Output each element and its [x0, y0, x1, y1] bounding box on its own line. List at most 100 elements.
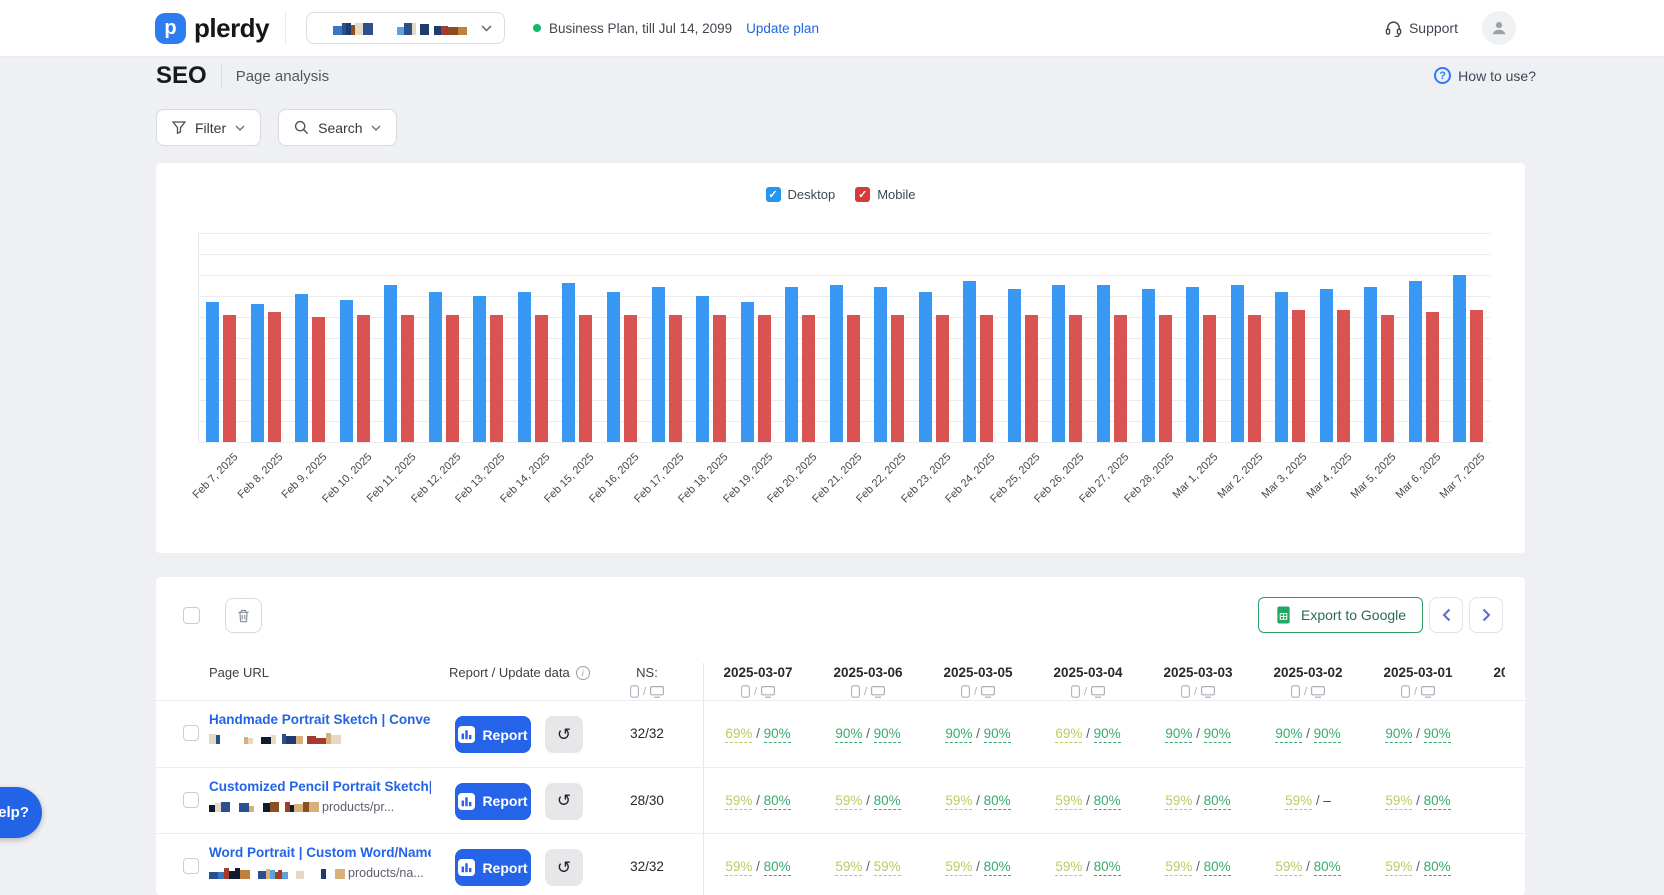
previous-page-button[interactable] [1429, 597, 1463, 633]
legend-item-mobile[interactable]: ✓Mobile [855, 187, 915, 202]
score-desktop[interactable]: 80% [1424, 793, 1451, 810]
score-desktop[interactable]: 80% [764, 859, 791, 876]
score-mobile[interactable]: 59% [1165, 859, 1192, 876]
person-icon [1490, 19, 1508, 37]
filter-button[interactable]: Filter [156, 109, 261, 146]
redacted-pixel-block [229, 733, 239, 744]
info-icon[interactable]: i [576, 666, 590, 680]
filter-label: Filter [195, 120, 226, 136]
score-mobile[interactable]: 90% [945, 726, 972, 743]
row-checkbox[interactable] [183, 858, 199, 874]
score-separator: / [972, 859, 983, 874]
score-mobile[interactable]: 59% [725, 859, 752, 876]
desktop-icon [761, 686, 775, 698]
score-desktop[interactable]: 80% [1204, 859, 1231, 876]
score-desktop[interactable]: 59% [874, 859, 901, 876]
export-to-google-button[interactable]: Export to Google [1258, 597, 1423, 633]
score-mobile[interactable]: 59% [1385, 859, 1412, 876]
help-bubble-label: help? [0, 804, 29, 821]
legend-checkbox-mobile[interactable]: ✓ [855, 187, 870, 202]
score-cells: 69% / 90%90% / 90%90% / 90%69% / 90%90% … [703, 701, 1505, 767]
score-desktop[interactable]: 80% [1094, 793, 1121, 810]
redacted-pixel-block [296, 736, 304, 744]
bar-desktop [1052, 285, 1065, 442]
report-button[interactable]: Report [455, 716, 531, 753]
update-plan-link[interactable]: Update plan [746, 21, 819, 36]
next-page-button[interactable] [1469, 597, 1503, 633]
score-desktop[interactable]: 90% [874, 726, 901, 743]
score-desktop[interactable]: 90% [764, 726, 791, 743]
score-desktop[interactable]: 80% [984, 859, 1011, 876]
report-button[interactable]: Report [455, 849, 531, 886]
score-desktop[interactable]: 80% [984, 793, 1011, 810]
search-button[interactable]: Search [278, 109, 397, 146]
report-button[interactable]: Report [455, 783, 531, 820]
support-button[interactable]: Support [1385, 20, 1458, 37]
score-desktop[interactable]: 80% [1204, 793, 1231, 810]
score-cell: 90% / 90% [1143, 701, 1253, 767]
update-data-button[interactable]: ↺ [545, 783, 583, 820]
score-desktop[interactable]: 90% [1094, 726, 1121, 743]
score-mobile[interactable]: 59% [835, 859, 862, 876]
redacted-pixel-block [434, 26, 441, 35]
score-cell: 59% / 80% [703, 768, 813, 834]
score-mobile[interactable]: 90% [1165, 726, 1192, 743]
score-desktop[interactable]: 90% [1314, 726, 1341, 743]
score-mobile[interactable]: 59% [1385, 793, 1412, 810]
help-chat-bubble[interactable]: help? [0, 787, 42, 838]
bar-mobile [357, 315, 370, 442]
project-selector-dropdown[interactable] [306, 12, 505, 44]
score-separator: / [862, 793, 873, 808]
score-mobile[interactable]: 59% [1055, 859, 1082, 876]
report-button-label: Report [482, 860, 527, 876]
page-url-cell: Word Portrait | Custom Word/Name P...pro… [209, 845, 431, 880]
page-url-link[interactable]: Handmade Portrait Sketch | Convert P... [209, 712, 431, 727]
score-mobile[interactable]: 90% [835, 726, 862, 743]
score-mobile[interactable]: 69% [725, 726, 752, 743]
score-mobile[interactable]: 90% [1385, 726, 1412, 743]
delete-button[interactable] [225, 598, 262, 633]
score-mobile[interactable]: 59% [945, 859, 972, 876]
bar-desktop [518, 292, 531, 442]
score-mobile[interactable]: 59% [945, 793, 972, 810]
legend-item-desktop[interactable]: ✓Desktop [766, 187, 836, 202]
update-data-button[interactable]: ↺ [545, 849, 583, 886]
desktop-icon [1311, 686, 1325, 698]
score-desktop[interactable]: 80% [1424, 859, 1451, 876]
bar-mobile [1470, 310, 1483, 442]
bar-desktop [919, 292, 932, 442]
url-suffix: products/pr... [322, 800, 394, 814]
device-icons: / [703, 685, 813, 698]
score-desktop[interactable]: 80% [874, 793, 901, 810]
chevron-left-icon [1442, 608, 1451, 622]
score-desktop[interactable]: 80% [1314, 859, 1341, 876]
select-all-checkbox[interactable] [183, 607, 200, 624]
score-desktop[interactable]: 90% [1424, 726, 1451, 743]
legend-checkbox-desktop[interactable]: ✓ [766, 187, 781, 202]
page-url-link[interactable]: Customized Pencil Portrait Sketch| C... [209, 779, 431, 794]
row-checkbox[interactable] [183, 792, 199, 808]
score-desktop[interactable]: 90% [984, 726, 1011, 743]
score-mobile[interactable]: 59% [1275, 859, 1302, 876]
user-avatar[interactable] [1482, 11, 1516, 45]
page-url-link[interactable]: Word Portrait | Custom Word/Name P... [209, 845, 431, 860]
score-mobile[interactable]: 90% [1275, 726, 1302, 743]
score-mobile[interactable]: 69% [1055, 726, 1082, 743]
plerdy-logo[interactable]: p plerdy [155, 13, 269, 44]
score-mobile[interactable]: 59% [1165, 793, 1192, 810]
how-to-use-link[interactable]: ? How to use? [1434, 67, 1536, 84]
row-checkbox[interactable] [183, 725, 199, 741]
date-label: 2025-03-06 [813, 663, 923, 680]
bar-mobile [1426, 312, 1439, 442]
score-mobile[interactable]: 59% [1055, 793, 1082, 810]
score-desktop[interactable]: 80% [1094, 859, 1121, 876]
score-desktop[interactable]: 90% [1204, 726, 1231, 743]
traffic-chart-card: ✓Desktop✓Mobile Feb 7, 2025Feb 8, 2025Fe… [156, 163, 1525, 553]
score-mobile[interactable]: 59% [1285, 793, 1312, 810]
score-mobile[interactable]: 59% [835, 793, 862, 810]
redacted-pixel-block [209, 734, 216, 744]
update-data-button[interactable]: ↺ [545, 716, 583, 753]
trash-icon [236, 608, 251, 624]
score-mobile[interactable]: 59% [725, 793, 752, 810]
score-desktop[interactable]: 80% [764, 793, 791, 810]
